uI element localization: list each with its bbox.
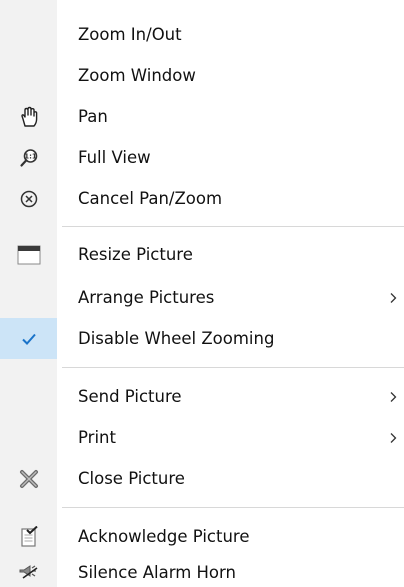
menu-item-label: Print — [78, 428, 116, 447]
svg-text:1:1: 1:1 — [24, 152, 37, 160]
menu-item-label: Pan — [78, 107, 108, 126]
menu-item-pan[interactable]: Pan — [0, 96, 404, 137]
menu-item-disable-wheel-zooming[interactable]: Disable Wheel Zooming — [0, 318, 404, 359]
hand-icon — [0, 96, 57, 137]
menu-item-label: Acknowledge Picture — [78, 527, 250, 546]
context-menu: Zoom In/Out Zoom Window Pan 1:1 Full Vie… — [0, 0, 404, 587]
menu-item-label: Silence Alarm Horn — [78, 563, 236, 582]
chevron-right-icon — [388, 376, 398, 417]
menu-item-label: Close Picture — [78, 469, 185, 488]
menu-item-label: Full View — [78, 148, 151, 167]
menu-item-full-view[interactable]: 1:1 Full View — [0, 137, 404, 178]
menu-item-print[interactable]: Print — [0, 417, 404, 458]
menu-separator — [62, 367, 404, 368]
window-icon — [0, 234, 57, 275]
menu-item-zoom-in-out[interactable]: Zoom In/Out — [0, 14, 404, 55]
menu-item-arrange-pictures[interactable]: Arrange Pictures — [0, 277, 404, 318]
chevron-right-icon — [388, 417, 398, 458]
menu-separator — [62, 226, 404, 227]
menu-item-close-picture[interactable]: Close Picture — [0, 458, 404, 499]
chevron-right-icon — [388, 277, 398, 318]
check-icon — [0, 318, 57, 359]
menu-item-acknowledge-picture[interactable]: Acknowledge Picture — [0, 516, 404, 557]
menu-item-label: Arrange Pictures — [78, 288, 215, 307]
zoom-fit-icon: 1:1 — [0, 137, 57, 178]
cancel-circle-icon — [0, 178, 57, 219]
menu-item-label: Cancel Pan/Zoom — [78, 189, 223, 208]
menu-item-label: Zoom In/Out — [78, 25, 182, 44]
menu-item-silence-alarm-horn[interactable]: Silence Alarm Horn — [0, 552, 404, 587]
menu-item-label: Disable Wheel Zooming — [78, 329, 275, 348]
menu-item-label: Resize Picture — [78, 245, 193, 264]
close-x-icon — [0, 458, 57, 499]
menu-item-cancel-pan-zoom[interactable]: Cancel Pan/Zoom — [0, 178, 404, 219]
menu-item-send-picture[interactable]: Send Picture — [0, 376, 404, 417]
menu-separator — [62, 507, 404, 508]
horn-icon — [0, 552, 57, 587]
menu-item-label: Zoom Window — [78, 66, 196, 85]
menu-item-label: Send Picture — [78, 387, 182, 406]
menu-item-zoom-window[interactable]: Zoom Window — [0, 55, 404, 96]
menu-item-resize-picture[interactable]: Resize Picture — [0, 234, 404, 275]
acknowledge-icon — [0, 516, 57, 557]
